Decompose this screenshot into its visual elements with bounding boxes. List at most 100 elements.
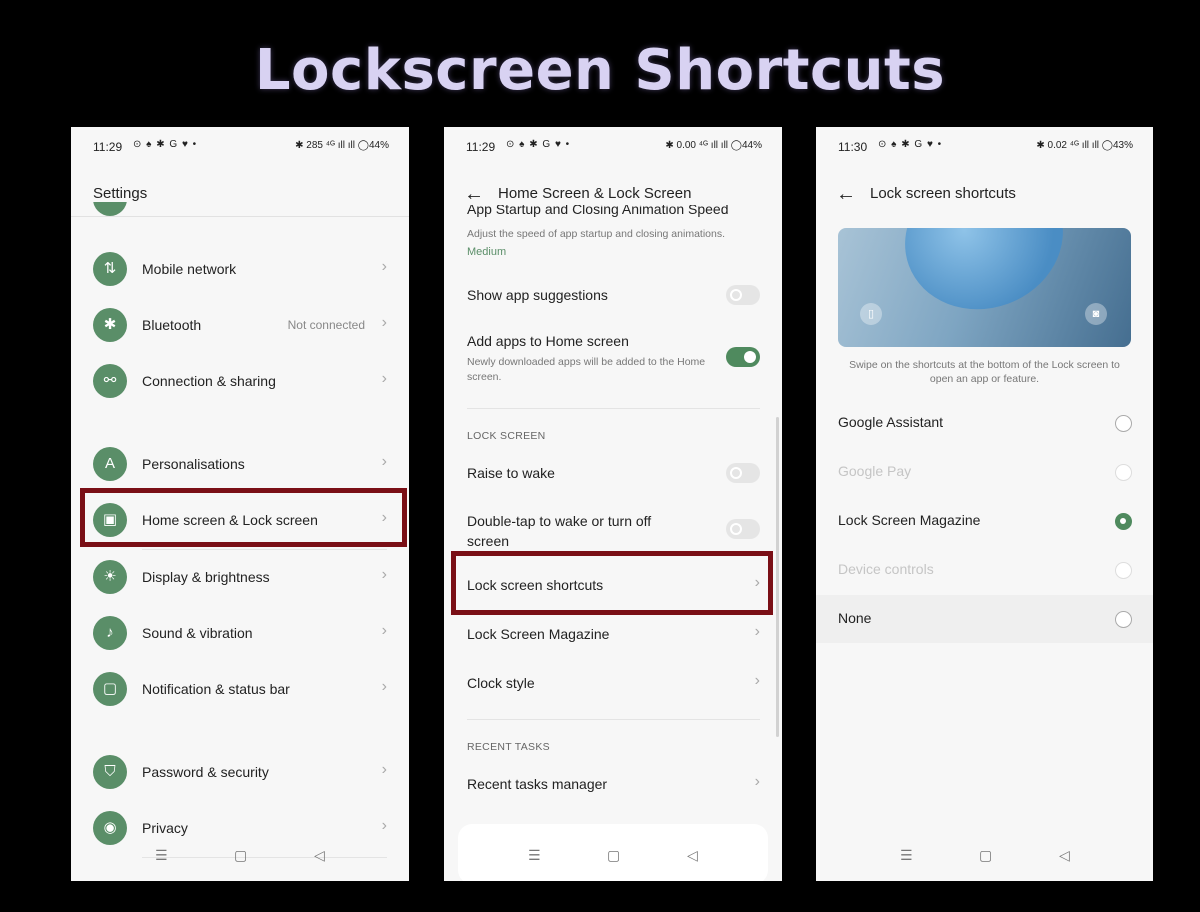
settings-item-value: Not connected <box>287 318 365 332</box>
double-tap-label: Double-tap to wake or turn off screen <box>467 513 652 549</box>
notification-icon: ▢ <box>93 672 127 706</box>
notification-icons: ⊙ ♠ ✱ G ♥ • <box>878 139 943 150</box>
nav-bar: ☰ ▢ ◁ <box>816 837 1153 881</box>
preview-caption: Swipe on the shortcuts at the bottom of … <box>849 359 1120 385</box>
shortcut-option: Google Pay <box>816 448 1153 496</box>
notification-icons: ⊙ ♠ ✱ G ♥ • <box>506 139 571 150</box>
partial-wifi-row[interactable] <box>71 202 409 230</box>
settings-item[interactable]: ☀ Display & brightness › <box>71 555 409 599</box>
back-nav-icon[interactable]: ◁ <box>314 847 325 864</box>
system-icons: ✱ 0.00 ⁴ᴳ ıll ıll ◯44% <box>665 140 762 151</box>
camera-shortcut-icon: ◙ <box>1085 303 1107 325</box>
clock-style-item[interactable]: Clock style <box>467 675 535 691</box>
settings-item-label: Connection & sharing <box>142 373 276 389</box>
phone-shortcut-icon: ▯ <box>860 303 882 325</box>
section-divider <box>467 719 760 720</box>
screen-title: Settings <box>93 185 148 202</box>
notification-icons: ⊙ ♠ ✱ G ♥ • <box>133 139 198 150</box>
settings-item-label: Display & brightness <box>142 569 270 585</box>
settings-item-label: Mobile network <box>142 261 237 277</box>
radio-button[interactable] <box>1115 513 1132 530</box>
chevron-right-icon: › <box>381 258 387 275</box>
menu-nav-icon[interactable]: ☰ <box>900 847 913 864</box>
show-suggestions-toggle[interactable] <box>726 285 760 305</box>
settings-item[interactable]: ▢ Notification & status bar › <box>71 667 409 711</box>
status-bar: 11:30 ⊙ ♠ ✱ G ♥ • ✱ 0.02 ⁴ᴳ ıll ıll ◯43% <box>816 127 1153 165</box>
chevron-right-icon: › <box>381 314 387 331</box>
lock-magazine-item[interactable]: Lock Screen Magazine <box>467 626 609 642</box>
chevron-right-icon: › <box>381 622 387 639</box>
settings-item[interactable]: ⚯ Connection & sharing › <box>71 359 409 403</box>
show-suggestions-label: Show app suggestions <box>467 287 608 303</box>
radio-button[interactable] <box>1115 415 1132 432</box>
status-time: 11:29 <box>93 140 123 154</box>
system-icons: ✱ 285 ⁴ᴳ ıll ıll ◯44% <box>295 140 389 151</box>
shortcut-option[interactable]: None <box>816 595 1153 643</box>
shortcut-option-label: None <box>838 610 872 626</box>
settings-item-label: Password & security <box>142 764 269 780</box>
add-apps-toggle[interactable] <box>726 347 760 367</box>
section-divider <box>142 549 387 550</box>
lockscreen-preview: ▯ ◙ <box>838 228 1131 347</box>
back-arrow-icon[interactable]: ← <box>836 183 856 206</box>
shortcut-option[interactable]: Lock Screen Magazine <box>816 497 1153 545</box>
settings-item[interactable]: ✱ Bluetooth Not connected › <box>71 303 409 347</box>
back-nav-icon[interactable]: ◁ <box>1059 847 1070 864</box>
settings-item-label: Sound & vibration <box>142 625 253 641</box>
mobile-network-icon: ⇅ <box>93 252 127 286</box>
back-nav-icon[interactable]: ◁ <box>687 847 698 864</box>
recent-tasks-section: RECENT TASKS <box>467 741 550 753</box>
radio-button[interactable] <box>1115 611 1132 628</box>
status-time: 11:30 <box>838 140 868 154</box>
wifi-icon <box>93 202 127 216</box>
home-nav-icon[interactable]: ▢ <box>607 847 620 864</box>
shortcut-option: Device controls <box>816 546 1153 594</box>
add-apps-label: Add apps to Home screen <box>467 333 629 349</box>
raise-to-wake-toggle[interactable] <box>726 463 760 483</box>
wallpaper-shape <box>884 228 1084 332</box>
bluetooth-icon: ✱ <box>93 308 127 342</box>
chevron-right-icon: › <box>381 761 387 778</box>
settings-item[interactable]: A Personalisations › <box>71 442 409 486</box>
app-bar: ← Lock screen shortcuts <box>816 177 1153 217</box>
settings-item-label: Personalisations <box>142 456 245 472</box>
radio-button <box>1115 464 1132 481</box>
home-nav-icon[interactable]: ▢ <box>979 847 992 864</box>
chevron-right-icon: › <box>754 672 760 689</box>
personalisation-icon: A <box>93 447 127 481</box>
settings-item-label: Privacy <box>142 820 188 836</box>
shortcut-option[interactable]: Google Assistant <box>816 399 1153 447</box>
shortcut-option-label: Lock Screen Magazine <box>838 512 981 528</box>
chevron-right-icon: › <box>381 678 387 695</box>
home-nav-icon[interactable]: ▢ <box>234 847 247 864</box>
menu-nav-icon[interactable]: ☰ <box>528 847 541 864</box>
back-arrow-icon[interactable]: ← <box>464 183 484 206</box>
status-time: 11:29 <box>466 140 496 154</box>
anim-speed-value: Medium <box>467 246 507 258</box>
page-title: Lockscreen Shortcuts <box>254 38 946 103</box>
chevron-right-icon: › <box>381 370 387 387</box>
menu-nav-icon[interactable]: ☰ <box>155 847 168 864</box>
double-tap-toggle[interactable] <box>726 519 760 539</box>
add-apps-desc: Newly downloaded apps will be added to t… <box>467 356 706 383</box>
nav-bar: ☰ ▢ ◁ <box>444 837 782 881</box>
anim-speed-title[interactable]: App Startup and Closing Animation Speed <box>467 205 729 219</box>
scrollbar[interactable] <box>776 417 779 737</box>
settings-item[interactable]: ♪ Sound & vibration › <box>71 611 409 655</box>
highlight-lock-shortcuts <box>451 551 773 615</box>
chevron-right-icon: › <box>754 623 760 640</box>
shortcut-option-label: Google Assistant <box>838 414 944 430</box>
chevron-right-icon: › <box>381 453 387 470</box>
nav-bar: ☰ ▢ ◁ <box>71 837 409 881</box>
shortcut-option-label: Google Pay <box>838 463 912 479</box>
recent-tasks-item[interactable]: Recent tasks manager <box>467 776 607 792</box>
chevron-right-icon: › <box>381 566 387 583</box>
bell-icon: ♪ <box>93 616 127 650</box>
radio-button <box>1115 562 1132 579</box>
brightness-icon: ☀ <box>93 560 127 594</box>
section-divider <box>467 408 760 409</box>
screen-title: Home Screen & Lock Screen <box>498 185 692 202</box>
settings-item[interactable]: ⛉ Password & security › <box>71 750 409 794</box>
lock-shortcuts-screen: 11:30 ⊙ ♠ ✱ G ♥ • ✱ 0.02 ⁴ᴳ ıll ıll ◯43%… <box>816 127 1153 881</box>
settings-item[interactable]: ⇅ Mobile network › <box>71 247 409 291</box>
